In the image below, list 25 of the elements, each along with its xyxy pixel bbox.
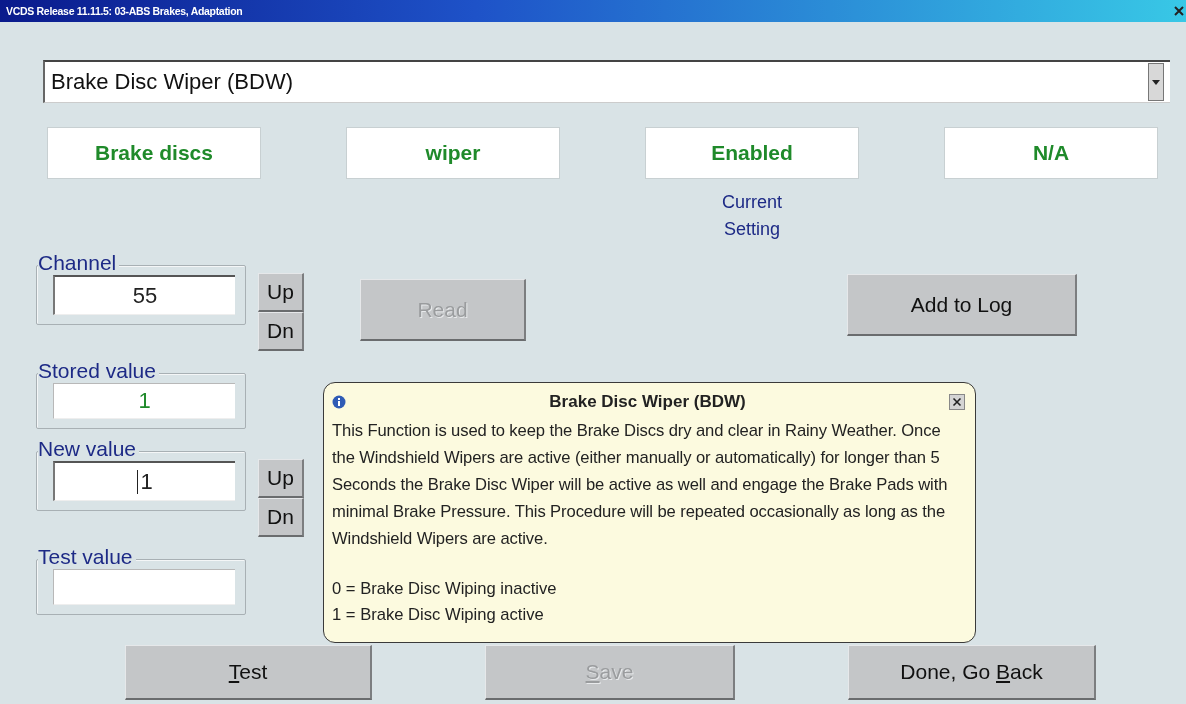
legend-line: 0 = Brake Disc Wiping inactive <box>332 578 558 600</box>
popup-description: This Function is used to keep the Brake Discs dry and clear in Rainy Weather. Once the Windshield Wipers are active (either manually or automatically) for longer than 5 Seconds the Brake Disc Wiper will be active as well and engage the Brake Pads with minimal Brake Pressure. This Procedure will be repeated occasionally as long as the Windshield Wipers are active. <box>332 420 949 550</box>
action-button[interactable]: Test <box>125 645 372 700</box>
info-icon <box>332 395 346 409</box>
setting-display: Enabled <box>645 127 859 179</box>
close-icon[interactable] <box>1174 5 1184 17</box>
window-title: VCDS Release 11.11.5: 03-ABS Brakes, Adaptation <box>6 5 244 17</box>
up-button[interactable]: Up <box>258 273 304 312</box>
action-button[interactable]: Done, Go Back <box>848 645 1096 700</box>
value-display: 1 <box>53 383 235 419</box>
close-icon[interactable] <box>949 394 965 410</box>
down-button[interactable]: Dn <box>258 498 304 537</box>
setting-display: N/A <box>944 127 1158 179</box>
current-setting-caption: Current Setting <box>721 191 783 241</box>
setting-display: wiper <box>346 127 560 179</box>
setting-display: Brake discs <box>47 127 261 179</box>
function-dropdown[interactable]: Brake Disc Wiper (BDW) <box>43 60 1170 103</box>
up-button[interactable]: Up <box>258 459 304 498</box>
legend-line: 1 = Brake Disc Wiping active <box>332 604 545 626</box>
dropdown-arrow-icon <box>1152 79 1160 85</box>
down-button[interactable]: Dn <box>258 312 304 351</box>
input-field[interactable]: 55 <box>53 275 235 315</box>
add-to-log-button[interactable]: Add to Log <box>847 274 1077 336</box>
input-field[interactable]: 1 <box>53 461 235 501</box>
popup-title: Brake Disc Wiper (BDW) <box>548 392 747 412</box>
